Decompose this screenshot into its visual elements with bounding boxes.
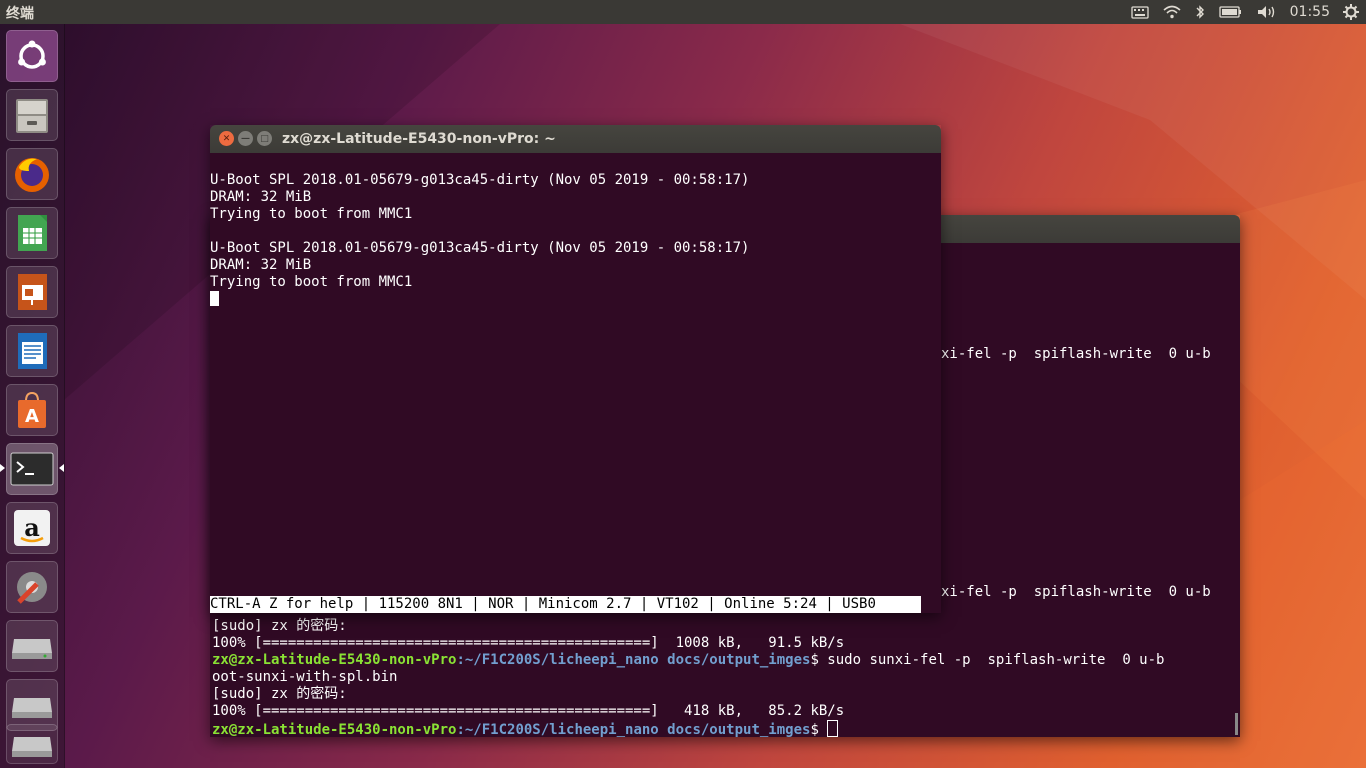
block-cursor: [210, 291, 219, 306]
keyboard-icon[interactable]: [1130, 5, 1149, 19]
front-window-titlebar[interactable]: ✕ — □ zx@zx-Latitude-E5430-non-vPro: ~: [210, 125, 941, 153]
text-cursor: [827, 720, 839, 737]
battery-icon[interactable]: [1218, 5, 1243, 19]
settings-wrench-icon: [17, 572, 47, 604]
presentation-icon: [18, 274, 47, 310]
back-partial-line-1: xi-fel -p spiflash-write 0 u-b: [941, 346, 1211, 362]
back-progress-2: 100% [==================================…: [212, 703, 845, 719]
back-partial-line-2: xi-fel -p spiflash-write 0 u-b: [941, 584, 1211, 600]
terminal-button[interactable]: [6, 443, 58, 495]
files-button[interactable]: [6, 89, 58, 141]
ubuntu-logo-icon: [18, 40, 46, 69]
libreoffice-impress-button[interactable]: [6, 266, 58, 318]
drive-button-3[interactable]: [6, 724, 58, 764]
libreoffice-writer-button[interactable]: [6, 325, 58, 377]
drive-button-1[interactable]: [6, 620, 58, 672]
amazon-icon: a: [14, 510, 50, 546]
amazon-button[interactable]: a: [6, 502, 58, 554]
minicom-status-bar: CTRL-A Z for help | 115200 8N1 | NOR | M…: [210, 596, 921, 613]
drive-icon: [12, 698, 52, 718]
libreoffice-calc-button[interactable]: [6, 207, 58, 259]
clock[interactable]: 01:55: [1290, 4, 1330, 20]
system-gear-icon[interactable]: [1343, 4, 1359, 20]
top-panel: 终端 01:55: [0, 0, 1366, 24]
back-continuation-1: oot-sunxi-with-spl.bin: [212, 669, 398, 685]
drive-icon: [12, 737, 52, 757]
front-terminal-body[interactable]: U-Boot SPL 2018.01-05679-g013ca45-dirty …: [210, 153, 941, 613]
terminal-output-line: Trying to boot from MMC1: [210, 274, 413, 290]
terminal-output-line: DRAM: 32 MiB: [210, 257, 312, 273]
spreadsheet-icon: [18, 215, 47, 251]
indicator-area: 01:55: [1124, 0, 1366, 24]
ubuntu-software-button[interactable]: A: [6, 384, 58, 436]
wifi-icon[interactable]: [1163, 5, 1181, 19]
window-title: zx@zx-Latitude-E5430-non-vPro: ~: [282, 131, 556, 147]
terminal-window-front[interactable]: ✕ — □ zx@zx-Latitude-E5430-non-vPro: ~ U…: [210, 125, 941, 613]
terminal-output-line: U-Boot SPL 2018.01-05679-g013ca45-dirty …: [210, 172, 750, 188]
back-command-line-1: zx@zx-Latitude-E5430-non-vPro:~/F1C200S/…: [212, 652, 1165, 668]
active-indicator-right: [59, 464, 64, 472]
back-scrollbar[interactable]: [1235, 713, 1238, 735]
back-sudo-prompt-1: [sudo] zx 的密码:: [212, 618, 347, 634]
system-settings-button[interactable]: [6, 561, 58, 613]
file-cabinet-icon: [16, 99, 48, 133]
launcher: A a: [0, 24, 65, 768]
terminal-output-line: U-Boot SPL 2018.01-05679-g013ca45-dirty …: [210, 240, 750, 256]
bluetooth-icon[interactable]: [1195, 4, 1205, 20]
back-progress-1: 100% [==================================…: [212, 635, 845, 651]
back-command-line-2[interactable]: zx@zx-Latitude-E5430-non-vPro:~/F1C200S/…: [212, 720, 1238, 737]
maximize-button[interactable]: □: [257, 131, 272, 146]
ubuntu-dash-button[interactable]: [6, 30, 58, 82]
firefox-icon: [15, 158, 49, 192]
close-button[interactable]: ✕: [219, 131, 234, 146]
active-indicator-left: [0, 464, 5, 472]
svg-text:a: a: [24, 513, 40, 542]
terminal-output-line: Trying to boot from MMC1: [210, 206, 413, 222]
volume-icon[interactable]: [1257, 5, 1277, 19]
shopping-bag-icon: A: [18, 391, 46, 428]
minimize-button[interactable]: —: [238, 131, 253, 146]
active-app-title: 终端: [6, 6, 34, 22]
document-icon: [18, 333, 47, 369]
firefox-button[interactable]: [6, 148, 58, 200]
back-sudo-prompt-2: [sudo] zx 的密码:: [212, 686, 347, 702]
terminal-icon: [10, 452, 54, 486]
terminal-output-line: DRAM: 32 MiB: [210, 189, 312, 205]
drive-icon: [12, 639, 52, 659]
svg-text:A: A: [25, 406, 39, 427]
